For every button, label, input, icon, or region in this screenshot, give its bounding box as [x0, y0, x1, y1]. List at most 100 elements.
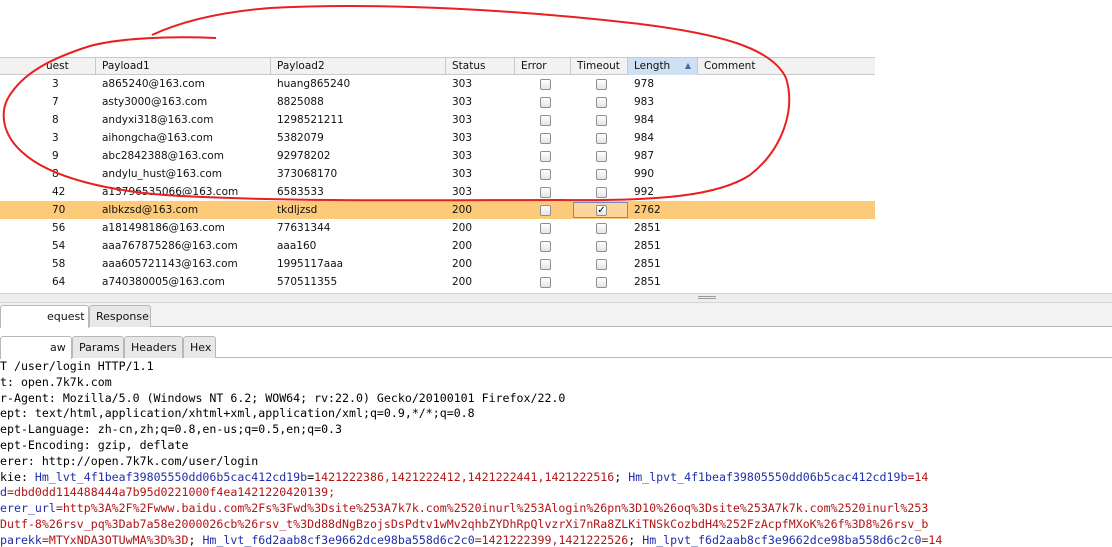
payload2-cell: 373068170 — [277, 168, 338, 180]
request-number: 7 — [52, 96, 59, 108]
raw-line: Dutf-8%26rsv_pq%3Dab7a58e2000026cb%26rsv… — [0, 517, 1112, 533]
table-row[interactable]: 3 a865240@163.com huang865240 303 978 — [0, 75, 875, 93]
table-row[interactable]: 9 abc2842388@163.com 92978202 303 987 — [0, 147, 875, 165]
status-cell: 200 — [452, 276, 473, 288]
error-checkbox[interactable] — [540, 79, 551, 90]
length-cell: 987 — [634, 150, 655, 162]
error-checkbox[interactable] — [540, 223, 551, 234]
timeout-checkbox[interactable] — [596, 97, 607, 108]
raw-text-segment: r-Agent: Mozilla/5.0 (Windows NT 6.2; WO… — [0, 390, 566, 405]
timeout-checkbox[interactable] — [596, 169, 607, 180]
column-header-comment[interactable]: Comment — [698, 58, 875, 75]
payload2-cell: 6583533 — [277, 186, 324, 198]
timeout-checkbox[interactable] — [596, 277, 607, 288]
error-checkbox[interactable] — [540, 241, 551, 252]
error-checkbox[interactable] — [540, 133, 551, 144]
column-header-length[interactable]: Length ▲ — [628, 58, 698, 75]
raw-text-segment: =14 — [921, 532, 943, 547]
status-cell: 303 — [452, 168, 473, 180]
column-header-request[interactable]: uest — [0, 58, 96, 75]
timeout-checkbox[interactable] — [596, 79, 607, 90]
raw-text-segment: Hm_lvt_4f1beaf39805550dd06b5cac412cd19b — [34, 469, 308, 484]
timeout-checkbox[interactable] — [596, 115, 607, 126]
length-cell: 984 — [634, 114, 655, 126]
raw-line: T /user/login HTTP/1.1 — [0, 359, 1112, 375]
timeout-checkbox[interactable] — [596, 151, 607, 162]
payload2-cell: huang865240 — [277, 78, 351, 90]
column-header-error[interactable]: Error — [515, 58, 571, 75]
raw-text-segment: ; — [628, 532, 643, 547]
raw-line: ept-Language: zh-cn,zh;q=0.8,en-us;q=0.5… — [0, 422, 1112, 438]
tab-raw[interactable]: aw — [0, 336, 72, 359]
raw-line: ept: text/html,application/xhtml+xml,app… — [0, 406, 1112, 422]
raw-text-segment: =1421222399,1421222526 — [474, 532, 629, 547]
splitter-grip-icon[interactable] — [698, 296, 716, 299]
request-number: 58 — [52, 258, 66, 270]
status-cell: 303 — [452, 96, 473, 108]
payload2-cell: 570511355 — [277, 276, 338, 288]
column-header-payload2[interactable]: Payload2 — [271, 58, 446, 75]
payload2-cell: 1995117aaa — [277, 258, 344, 270]
raw-text-segment: Dutf-8%26rsv_pq%3Dab7a58e2000026cb%26rsv… — [0, 516, 929, 531]
error-checkbox[interactable] — [540, 187, 551, 198]
table-row[interactable]: 7 asty3000@163.com 8825088 303 983 — [0, 93, 875, 111]
table-row[interactable]: 58 aaa605721143@163.com 1995117aaa 200 2851 — [0, 255, 875, 273]
raw-line: r-Agent: Mozilla/5.0 (Windows NT 6.2; WO… — [0, 391, 1112, 407]
timeout-checkbox[interactable] — [596, 223, 607, 234]
timeout-checkbox[interactable] — [596, 241, 607, 252]
payload1-cell: a181498186@163.com — [102, 222, 225, 234]
raw-text-segment: Hm_lpvt_4f1beaf39805550dd06b5cac412cd19b — [628, 469, 908, 484]
raw-text-segment: Hm_lvt_f6d2aab8cf3e9662dce98ba558d6c2c0 — [202, 532, 475, 547]
error-checkbox[interactable] — [540, 259, 551, 270]
column-header-payload1[interactable]: Payload1 — [96, 58, 271, 75]
request-number: 8 — [52, 168, 59, 180]
status-cell: 200 — [452, 204, 473, 216]
raw-text-segment: t: open.7k7k.com — [0, 374, 112, 389]
error-checkbox[interactable] — [540, 151, 551, 162]
column-header-timeout[interactable]: Timeout — [571, 58, 628, 75]
raw-line: kie: Hm_lvt_4f1beaf39805550dd06b5cac412c… — [0, 470, 1112, 486]
pane-splitter[interactable] — [0, 293, 1112, 303]
payload2-cell: 5382079 — [277, 132, 324, 144]
length-cell: 983 — [634, 96, 655, 108]
table-row[interactable]: 3 aihongcha@163.com 5382079 303 984 — [0, 129, 875, 147]
status-cell: 303 — [452, 186, 473, 198]
error-checkbox[interactable] — [540, 97, 551, 108]
table-row[interactable]: 8 andylu_hust@163.com 373068170 303 990 — [0, 165, 875, 183]
tab-request[interactable]: equest — [0, 305, 89, 328]
tab-hex[interactable]: Hex — [183, 336, 216, 358]
error-checkbox[interactable] — [540, 115, 551, 126]
view-tabs: aw Params Headers Hex — [0, 334, 1112, 359]
table-row[interactable]: 70 albkzsd@163.com tkdljzsd 200 2762 ✓ — [0, 201, 875, 219]
tab-params[interactable]: Params — [72, 336, 124, 358]
payload1-cell: a13796535066@163.com — [102, 186, 239, 198]
timeout-checkbox[interactable]: ✓ — [596, 205, 607, 216]
raw-text-segment: ept-Language: zh-cn,zh;q=0.8,en-us;q=0.5… — [0, 422, 343, 437]
timeout-checkbox[interactable] — [596, 259, 607, 270]
timeout-checkbox[interactable] — [596, 133, 607, 144]
payload2-cell: 77631344 — [277, 222, 331, 234]
table-row[interactable]: 56 a181498186@163.com 77631344 200 2851 — [0, 219, 875, 237]
raw-text-segment: ; — [614, 469, 629, 484]
payload2-cell: 8825088 — [277, 96, 324, 108]
sort-ascending-icon: ▲ — [684, 61, 691, 70]
payload2-cell: 1298521211 — [277, 114, 344, 126]
error-checkbox[interactable] — [540, 205, 551, 216]
raw-text-segment: =14 — [907, 469, 929, 484]
table-row[interactable]: 64 a740380005@163.com 570511355 200 2851 — [0, 273, 875, 291]
raw-request-editor[interactable]: T /user/login HTTP/1.1 t: open.7k7k.com r-… — [0, 359, 1112, 547]
error-checkbox[interactable] — [540, 277, 551, 288]
request-number: 70 — [52, 204, 66, 216]
column-header-status[interactable]: Status — [446, 58, 515, 75]
payload1-cell: albkzsd@163.com — [102, 204, 199, 216]
tab-headers[interactable]: Headers — [124, 336, 183, 358]
error-checkbox[interactable] — [540, 169, 551, 180]
status-cell: 303 — [452, 132, 473, 144]
table-row[interactable]: 8 andyxi318@163.com 1298521211 303 984 — [0, 111, 875, 129]
request-number: 42 — [52, 186, 66, 198]
timeout-checkbox[interactable] — [596, 187, 607, 198]
tab-response[interactable]: Response — [89, 305, 151, 327]
table-row[interactable]: 42 a13796535066@163.com 6583533 303 992 — [0, 183, 875, 201]
results-table: uest Payload1 Payload2 Status Error Time… — [0, 57, 875, 293]
table-row[interactable]: 54 aaa767875286@163.com aaa160 200 2851 — [0, 237, 875, 255]
